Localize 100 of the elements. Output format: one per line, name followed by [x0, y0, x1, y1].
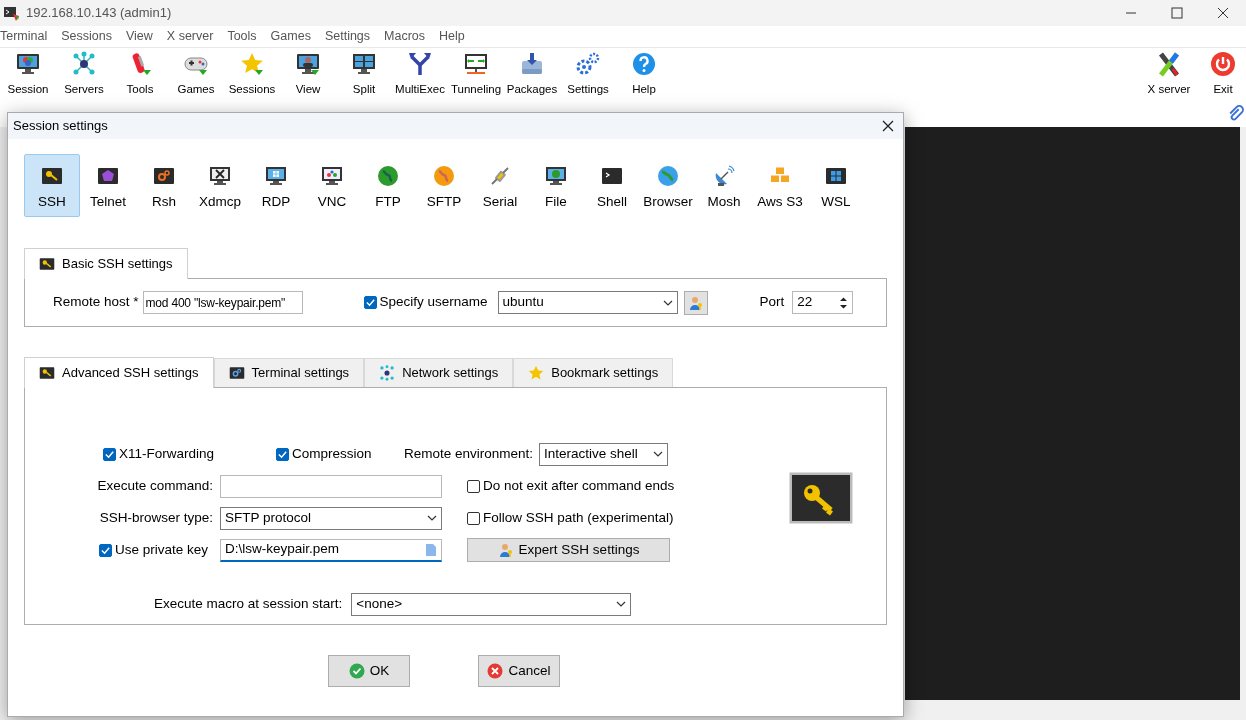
checkbox-label: X11-Forwarding — [119, 444, 215, 463]
menu-item[interactable]: Help — [439, 27, 472, 46]
session-type-button[interactable]: WSL — [808, 154, 864, 217]
toolbar-button[interactable]: Help — [616, 48, 672, 99]
menu-item[interactable]: Macros — [384, 27, 433, 46]
session-type-button[interactable]: Aws S3 — [752, 154, 808, 217]
chevron-icon — [427, 513, 437, 523]
crossed-strokes-icon — [1156, 51, 1182, 77]
key-icon — [41, 165, 63, 187]
key-icon — [39, 256, 55, 272]
session-type-button[interactable]: Mosh — [696, 154, 752, 217]
toolbar-button[interactable]: Split — [336, 48, 392, 99]
toolbar-button[interactable]: Exit — [1200, 48, 1246, 99]
dialog-title: Session settings — [13, 117, 108, 136]
monitor-arrows-icon — [463, 51, 489, 77]
toolbar-button[interactable]: Sessions — [224, 48, 280, 99]
toolbar-button[interactable]: Tools — [112, 48, 168, 99]
session-type-button[interactable]: SFTP — [416, 154, 472, 217]
close-circle-icon — [487, 663, 504, 679]
field-label: Execute macro at session start: — [154, 594, 343, 613]
person-key-icon — [687, 294, 704, 311]
key-file-field[interactable]: D:\lsw-keypair.pem — [220, 538, 442, 562]
checkbox-label: Do not exit after command ends — [483, 476, 675, 495]
checkbox[interactable] — [276, 447, 289, 461]
tab[interactable]: Bookmark settings — [513, 358, 674, 387]
chevron-icon — [653, 449, 664, 459]
macro-dropdown[interactable]: <none> — [351, 592, 632, 616]
paperclip-icon — [1227, 104, 1244, 122]
checkbox[interactable] — [99, 543, 112, 557]
monitor-icon — [321, 165, 343, 187]
session-type-button[interactable]: Browser — [640, 154, 696, 217]
menu-item[interactable]: Terminal — [0, 27, 55, 46]
key-icon — [789, 472, 854, 524]
toolbar-button[interactable]: Session — [0, 48, 56, 99]
session-type-button[interactable]: RDP — [248, 154, 304, 217]
checkbox-label: Use private key — [115, 540, 209, 559]
field-label: Remote host * — [53, 293, 139, 312]
fork-arrow-icon — [407, 51, 433, 77]
session-type-button[interactable]: Xdmcp — [192, 154, 248, 217]
field-label: Port — [759, 293, 785, 312]
close-icon[interactable] — [1217, 7, 1229, 19]
browser-type-dropdown[interactable]: SFTP protocol — [220, 506, 442, 530]
field-label: SSH-browser type: — [99, 508, 213, 527]
close-button[interactable] — [882, 120, 894, 132]
menu-item[interactable]: View — [126, 27, 160, 46]
checkbox-label: Follow SSH path (experimental) — [483, 508, 674, 527]
session-type-button[interactable]: FTP — [360, 154, 416, 217]
port-spinner[interactable]: 22 — [792, 291, 854, 314]
settings-icon — [575, 51, 601, 77]
toolbar-button[interactable]: Games — [168, 48, 224, 99]
star-icon — [528, 365, 545, 381]
command-field[interactable] — [220, 474, 442, 498]
username-dropdown[interactable]: ubuntu — [497, 291, 678, 314]
monitor-icon — [15, 51, 41, 77]
session-type-button[interactable]: Shell — [584, 154, 640, 217]
globe-icon — [657, 165, 679, 187]
toolbar-button[interactable]: X server — [1138, 48, 1200, 99]
cancel-button[interactable]: Cancel — [478, 655, 560, 687]
toolbar-button[interactable]: Settings — [560, 48, 616, 99]
split-screen-icon — [351, 51, 377, 77]
network-icon — [71, 51, 97, 77]
windows-icon — [825, 165, 847, 187]
remote-host-field[interactable]: mod 400 "lsw-keypair.pem" — [142, 291, 303, 314]
checkbox[interactable] — [363, 296, 377, 309]
session-type-button[interactable]: Telnet — [80, 154, 136, 217]
session-type-button[interactable]: SSH — [24, 154, 80, 217]
session-type-button[interactable]: Rsh — [136, 154, 192, 217]
toolbar-button[interactable]: View — [280, 48, 336, 99]
menu-item[interactable]: Settings — [324, 27, 378, 46]
maximize-icon[interactable] — [1171, 7, 1183, 19]
session-type-button[interactable]: VNC — [304, 154, 360, 217]
globe-icon — [377, 165, 399, 187]
x-monitor-icon — [209, 165, 231, 187]
toolbar-button[interactable]: Servers — [56, 48, 112, 99]
tab[interactable]: Network settings — [364, 358, 514, 387]
menu-item[interactable]: X server — [166, 27, 221, 46]
checkbox[interactable] — [467, 511, 480, 525]
menu-item[interactable]: Sessions — [61, 27, 119, 46]
tab[interactable]: Advanced SSH settings — [24, 357, 214, 388]
session-type-button[interactable]: File — [528, 154, 584, 217]
toolbar-button[interactable]: Packages — [504, 48, 560, 99]
checkbox[interactable] — [467, 479, 480, 493]
toolbar-button[interactable]: MultiExec — [392, 48, 448, 99]
menu-item[interactable]: Tools — [227, 27, 264, 46]
spinner-arrows-icon[interactable] — [839, 295, 849, 310]
tab[interactable]: Terminal settings — [213, 358, 365, 387]
environment-dropdown[interactable]: Interactive shell — [539, 442, 669, 466]
file-icon — [425, 542, 437, 557]
ok-button[interactable]: OK — [328, 655, 410, 687]
menu-item[interactable]: Games — [270, 27, 318, 46]
tab[interactable]: Basic SSH settings — [24, 248, 188, 279]
session-type-button[interactable]: Serial — [472, 154, 528, 217]
toolbar-button[interactable]: Tunneling — [448, 48, 504, 99]
checkbox-label: Specify username — [379, 293, 488, 312]
checkbox[interactable] — [103, 447, 116, 461]
gears-icon — [228, 365, 245, 381]
help-icon — [631, 51, 657, 77]
globe-icon — [433, 165, 455, 187]
user-key-button[interactable] — [683, 290, 708, 315]
expert-settings-button[interactable]: Expert SSH settings — [467, 538, 670, 562]
